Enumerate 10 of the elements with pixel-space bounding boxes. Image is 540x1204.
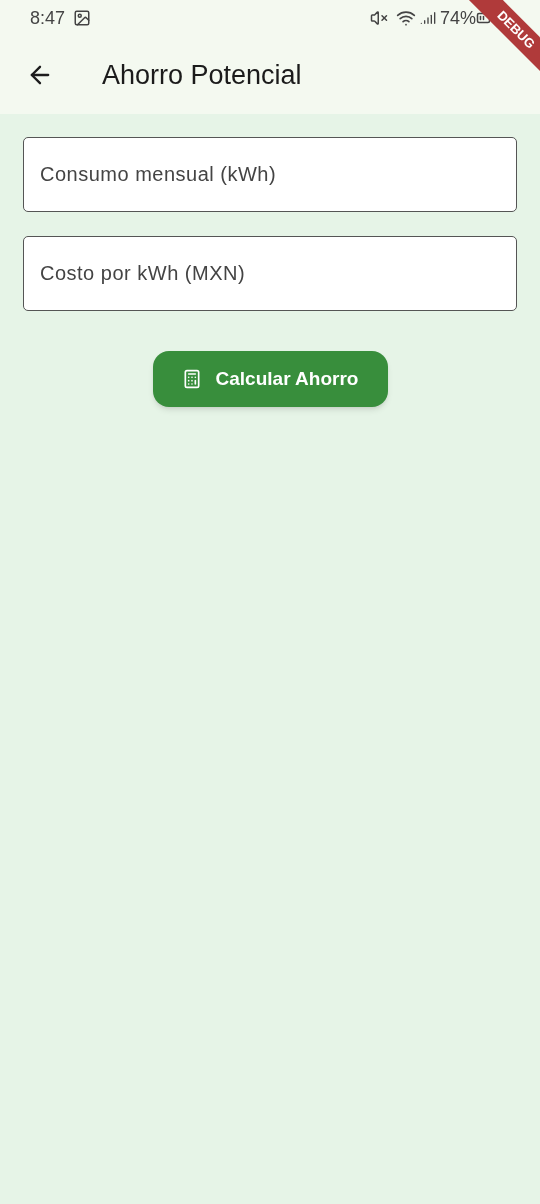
battery-level: 74% xyxy=(439,6,476,30)
calculate-button[interactable]: Calcular Ahorro xyxy=(152,351,388,407)
mute-icon xyxy=(369,9,388,27)
app-bar-title: Ahorro Potencial xyxy=(102,58,302,92)
signal-icon xyxy=(419,10,436,26)
text-field[interactable]: Costo por kWh (MXN) xyxy=(23,236,517,311)
text-field[interactable]: Consumo mensual (kWh) xyxy=(23,137,517,212)
wifi-icon xyxy=(395,8,416,28)
image-icon xyxy=(73,9,92,27)
status-time: 8:47 xyxy=(30,6,66,30)
